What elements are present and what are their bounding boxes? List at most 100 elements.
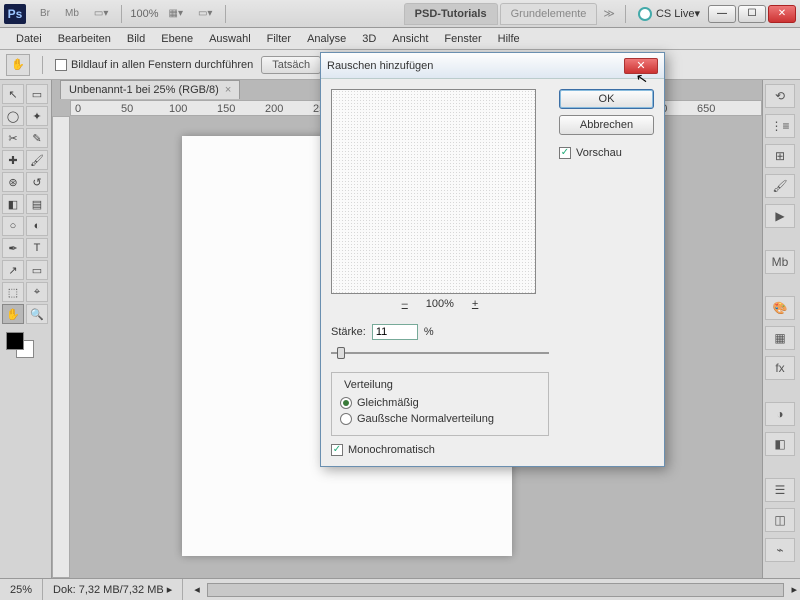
properties-panel-icon[interactable]: ⊞: [765, 144, 795, 168]
bridge-button[interactable]: Br: [34, 5, 56, 22]
masks-panel-icon[interactable]: ◧: [765, 432, 795, 456]
horizontal-scrollbar[interactable]: [207, 583, 785, 597]
swatches-panel-icon[interactable]: ▦: [765, 326, 795, 350]
status-zoom[interactable]: 25%: [0, 579, 43, 600]
checkbox-icon: [55, 59, 67, 71]
zoom-level[interactable]: 100%: [126, 8, 162, 20]
menu-fenster[interactable]: Fenster: [436, 30, 489, 48]
actions-panel-icon[interactable]: ⋮≡: [765, 114, 795, 138]
lasso-tool[interactable]: ◯: [2, 106, 24, 126]
scroll-right-icon[interactable]: ▸: [788, 583, 800, 596]
screenmode2-button[interactable]: ▭▾: [192, 5, 218, 22]
amount-slider[interactable]: [331, 344, 549, 362]
screen-mode-button[interactable]: ▭▾: [88, 5, 114, 22]
window-minimize-button[interactable]: ―: [708, 5, 736, 23]
add-noise-dialog: Rauschen hinzufügen ✕ – 100% + Stärke: %…: [320, 52, 665, 467]
minibridge-button[interactable]: Mb: [59, 5, 85, 22]
channels-panel-icon[interactable]: ◫: [765, 508, 795, 532]
brush-panel-icon[interactable]: 🖌: [765, 174, 795, 198]
scroll-left-icon[interactable]: ◂: [191, 583, 203, 596]
noise-preview[interactable]: [331, 89, 536, 294]
arrange-button[interactable]: ▦▾: [163, 5, 189, 22]
preview-zoom: 100%: [426, 298, 454, 310]
document-tab[interactable]: Unbenannt-1 bei 25% (RGB/8) ×: [60, 80, 240, 99]
close-tab-icon[interactable]: ×: [225, 84, 231, 96]
heal-tool[interactable]: ✚: [2, 150, 24, 170]
status-docinfo[interactable]: Dok: 7,32 MB/7,32 MB ▸: [43, 579, 183, 600]
preview-checkbox[interactable]: ✓ Vorschau: [559, 147, 654, 159]
monochrome-checkbox[interactable]: ✓ Monochromatisch: [331, 444, 549, 456]
pen-tool[interactable]: ✒: [2, 238, 24, 258]
app-titlebar: Ps Br Mb ▭▾ 100% ▦▾ ▭▾ PSD-Tutorials Gru…: [0, 0, 800, 28]
move-tool[interactable]: ↖: [2, 84, 24, 104]
blur-tool[interactable]: ○: [2, 216, 24, 236]
type-tool[interactable]: T: [26, 238, 48, 258]
menu-3d[interactable]: 3D: [354, 30, 384, 48]
workspace-tab[interactable]: Grundelemente: [500, 3, 598, 25]
brush-tool[interactable]: 🖌: [26, 150, 48, 170]
layers-panel-icon[interactable]: ☰: [765, 478, 795, 502]
stamp-tool[interactable]: ⊛: [2, 172, 24, 192]
paths-panel-icon[interactable]: ⌁: [765, 538, 795, 562]
zoom-out-button[interactable]: –: [398, 298, 412, 310]
window-maximize-button[interactable]: ☐: [738, 5, 766, 23]
amount-label: Stärke:: [331, 326, 366, 338]
history-brush-tool[interactable]: ↺: [26, 172, 48, 192]
minibridge-panel-icon[interactable]: Mb: [765, 250, 795, 274]
actual-pixels-button[interactable]: Tatsäch: [261, 56, 321, 74]
distribution-legend: Verteilung: [340, 379, 397, 391]
checkbox-icon: ✓: [331, 444, 343, 456]
history-panel-icon[interactable]: ⟲: [765, 84, 795, 108]
menu-analyse[interactable]: Analyse: [299, 30, 354, 48]
play-panel-icon[interactable]: ▶: [765, 204, 795, 228]
dialog-title: Rauschen hinzufügen: [327, 60, 433, 72]
dialog-titlebar[interactable]: Rauschen hinzufügen ✕: [321, 53, 664, 79]
dialog-close-button[interactable]: ✕: [624, 58, 658, 74]
color-swatches[interactable]: [2, 330, 49, 360]
window-close-button[interactable]: ✕: [768, 5, 796, 23]
eraser-tool[interactable]: ◧: [2, 194, 24, 214]
radio-icon: [340, 413, 352, 425]
workspace-tab[interactable]: PSD-Tutorials: [404, 3, 498, 25]
foreground-color-swatch[interactable]: [6, 332, 24, 350]
cslive-button[interactable]: CS Live ▾: [630, 7, 708, 21]
menu-bild[interactable]: Bild: [119, 30, 153, 48]
wand-tool[interactable]: ✦: [26, 106, 48, 126]
menu-filter[interactable]: Filter: [259, 30, 299, 48]
checkbox-icon: ✓: [559, 147, 571, 159]
zoom-in-button[interactable]: +: [468, 298, 482, 310]
status-bar: 25% Dok: 7,32 MB/7,32 MB ▸ ◂ ▸: [0, 578, 800, 600]
color-panel-icon[interactable]: 🎨: [765, 296, 795, 320]
cancel-button[interactable]: Abbrechen: [559, 115, 654, 135]
shape-tool[interactable]: ▭: [26, 260, 48, 280]
marquee-tool[interactable]: ▭: [26, 84, 48, 104]
menu-bearbeiten[interactable]: Bearbeiten: [50, 30, 119, 48]
scroll-all-windows-checkbox[interactable]: Bildlauf in allen Fenstern durchführen: [55, 59, 253, 71]
zoom-tool[interactable]: 🔍: [26, 304, 48, 324]
amount-unit: %: [424, 326, 434, 338]
3d-tool[interactable]: ⬚: [2, 282, 24, 302]
workspace-more-icon[interactable]: ≫: [597, 7, 621, 20]
dodge-tool[interactable]: ◐: [26, 216, 48, 236]
path-tool[interactable]: ↗: [2, 260, 24, 280]
menu-bar: Datei Bearbeiten Bild Ebene Auswahl Filt…: [0, 28, 800, 50]
menu-hilfe[interactable]: Hilfe: [490, 30, 528, 48]
crop-tool[interactable]: ✂: [2, 128, 24, 148]
vertical-ruler: [52, 116, 70, 578]
styles-panel-icon[interactable]: fx: [765, 356, 795, 380]
ok-button[interactable]: OK: [559, 89, 654, 109]
gradient-tool[interactable]: ▤: [26, 194, 48, 214]
camera-tool[interactable]: ⌖: [26, 282, 48, 302]
menu-auswahl[interactable]: Auswahl: [201, 30, 259, 48]
hand-tool[interactable]: ✋: [2, 304, 24, 324]
toolbox: ↖▭ ◯✦ ✂✎ ✚🖌 ⊛↺ ◧▤ ○◐ ✒T ↗▭ ⬚⌖ ✋🔍: [0, 80, 52, 578]
menu-datei[interactable]: Datei: [8, 30, 50, 48]
current-tool-icon[interactable]: ✋: [6, 54, 30, 76]
uniform-radio[interactable]: Gleichmäßig: [340, 395, 540, 411]
menu-ebene[interactable]: Ebene: [153, 30, 201, 48]
menu-ansicht[interactable]: Ansicht: [384, 30, 436, 48]
adjustments-panel-icon[interactable]: ◑: [765, 402, 795, 426]
eyedropper-tool[interactable]: ✎: [26, 128, 48, 148]
gaussian-radio[interactable]: Gaußsche Normalverteilung: [340, 411, 540, 427]
amount-input[interactable]: [372, 324, 418, 340]
